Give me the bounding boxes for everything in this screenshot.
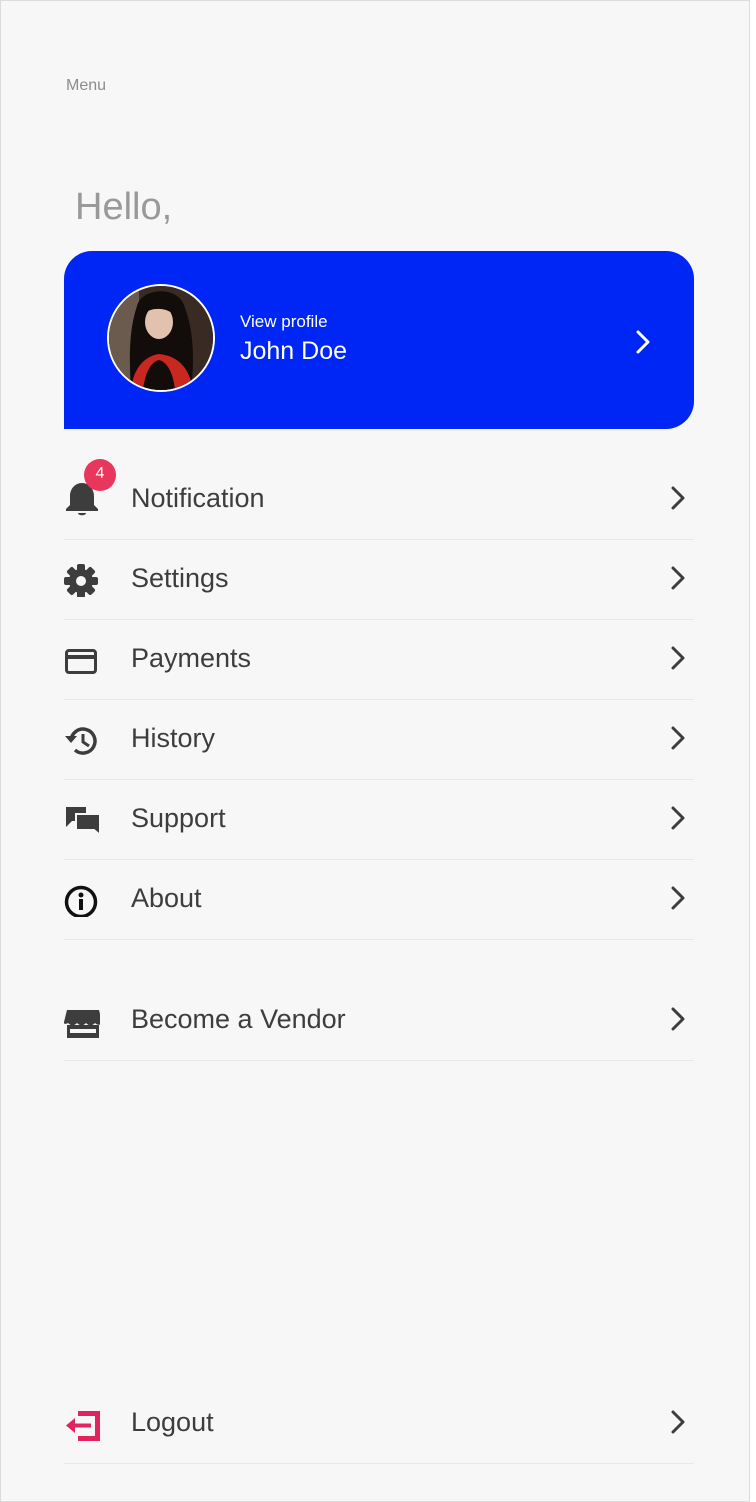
menu-item-payments[interactable]: Payments xyxy=(64,619,694,700)
menu-item-label: Become a Vendor xyxy=(131,1004,346,1034)
notification-badge: 4 xyxy=(84,459,116,491)
menu-item-label: Support xyxy=(131,803,226,833)
greeting: Hello, xyxy=(75,186,173,228)
menu-item-label: About xyxy=(131,883,202,913)
chevron-right-icon[interactable] xyxy=(634,329,652,355)
profile-card[interactable]: View profile John Doe xyxy=(64,251,694,429)
chevron-right-icon xyxy=(671,886,685,910)
store-icon xyxy=(64,1010,100,1038)
menu-screen: Menu Hello, View profile John Doe 4 Noti xyxy=(0,0,750,1502)
menu-title: Menu xyxy=(66,77,107,94)
chevron-right-icon xyxy=(671,646,685,670)
menu-item-logout[interactable]: Logout xyxy=(64,1383,694,1464)
menu-item-label: Payments xyxy=(131,643,252,673)
chevron-right-icon xyxy=(671,566,685,590)
info-icon xyxy=(64,885,98,917)
history-icon xyxy=(65,727,97,755)
menu-item-about[interactable]: About xyxy=(64,859,694,940)
menu-item-label: History xyxy=(131,723,216,753)
avatar xyxy=(107,284,215,392)
menu-item-notification[interactable]: 4 Notification xyxy=(64,459,694,540)
logout-icon xyxy=(66,1411,100,1441)
menu-item-support[interactable]: Support xyxy=(64,779,694,860)
chevron-right-icon xyxy=(671,726,685,750)
chevron-right-icon xyxy=(671,486,685,510)
menu-item-label: Logout xyxy=(131,1407,214,1437)
view-profile-link[interactable]: View profile xyxy=(240,312,328,332)
gear-icon xyxy=(64,564,98,597)
avatar-photo xyxy=(109,286,213,390)
menu-item-vendor[interactable]: Become a Vendor xyxy=(64,980,694,1061)
chevron-right-icon xyxy=(671,806,685,830)
chat-bubbles-icon xyxy=(66,807,100,837)
menu-item-history[interactable]: History xyxy=(64,699,694,780)
chevron-right-icon xyxy=(671,1007,685,1031)
menu-item-settings[interactable]: Settings xyxy=(64,539,694,620)
credit-card-icon xyxy=(65,649,97,674)
menu-item-label: Settings xyxy=(131,563,229,593)
menu-item-label: Notification xyxy=(131,483,265,513)
profile-name: John Doe xyxy=(240,337,348,365)
chevron-right-icon xyxy=(671,1410,685,1434)
